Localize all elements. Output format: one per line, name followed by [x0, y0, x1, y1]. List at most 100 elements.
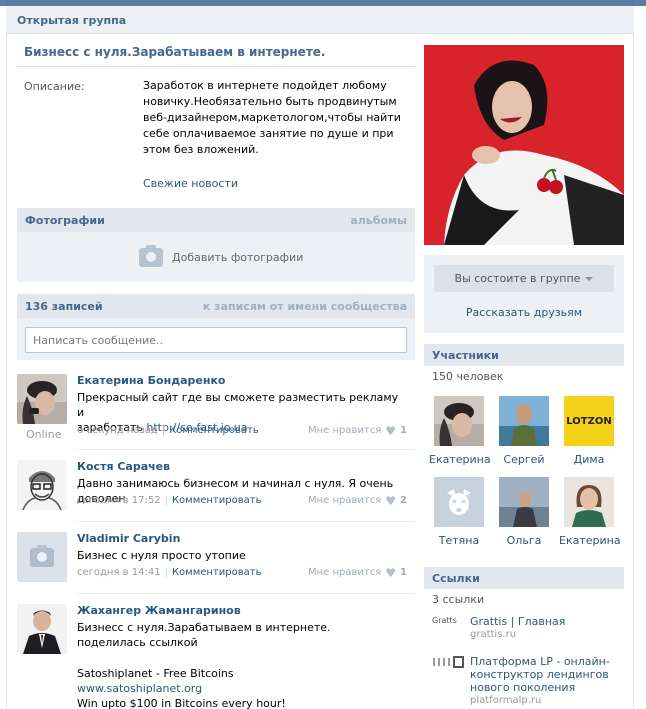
- albums-link[interactable]: альбомы: [350, 214, 407, 227]
- camera-icon: [139, 245, 163, 267]
- member-name: Сергей: [503, 453, 545, 466]
- member-name: Ольга: [506, 534, 542, 547]
- members-count[interactable]: 150 человек: [432, 370, 503, 383]
- chevron-down-icon: [585, 276, 594, 281]
- divider: [77, 449, 415, 450]
- membership-button[interactable]: Вы состоите в группе: [434, 265, 614, 292]
- post-meta: 6 секунд назад | Комментировать: [77, 425, 259, 436]
- links-title: Ссылки: [432, 572, 480, 585]
- fresh-news-link[interactable]: Свежие новости: [143, 177, 238, 190]
- wall-count[interactable]: 136 записей: [25, 300, 103, 313]
- group-page: Бизнесс с нуля.Зарабатываем в интернете.…: [6, 34, 634, 709]
- photos-title[interactable]: Фотографии: [25, 214, 105, 227]
- link-item[interactable]: Платформа LP - онлайн-конструктор лендин…: [432, 655, 622, 709]
- membership-label: Вы состоите в группе: [454, 272, 581, 285]
- link-url: platformalp.ru: [470, 695, 542, 706]
- avatar[interactable]: [17, 460, 67, 510]
- comment-link[interactable]: Комментировать: [172, 495, 262, 506]
- platformalp-logo: [432, 656, 464, 670]
- grattis-logo-text: Gratts: [432, 616, 457, 625]
- message-input[interactable]: [25, 327, 407, 353]
- group-title: Бизнесс с нуля.Зарабатываем в интернете.: [24, 45, 326, 59]
- like-count: 2: [400, 495, 407, 506]
- member-name: Екатерина: [559, 534, 621, 547]
- deactivated-avatar: [434, 477, 484, 527]
- post-author[interactable]: Костя Сарачев: [77, 460, 170, 473]
- member-avatar: [499, 396, 549, 446]
- heart-icon: ♥: [385, 423, 397, 438]
- heart-icon: ♥: [385, 493, 397, 508]
- wall-header: 136 записей к записям от имени сообществ…: [17, 294, 415, 318]
- header-title: Открытая группа: [17, 14, 127, 27]
- membership-box: Вы состоите в группе Рассказать друзьям: [424, 255, 624, 333]
- description-label: Описание:: [24, 80, 85, 93]
- post-time[interactable]: 6 секунд назад: [77, 425, 158, 436]
- online-status: Online: [26, 428, 62, 441]
- attachment-text: Win upto $100 in Bitcoins every hour!: [77, 697, 286, 709]
- add-photos-button[interactable]: Добавить фотографии: [139, 245, 304, 267]
- member-item[interactable]: Сергей: [494, 396, 554, 466]
- member-item[interactable]: Екатерина: [559, 477, 621, 547]
- wall-post: Online Екатерина Бондаренко Прекрасный с…: [17, 374, 415, 446]
- like-count: 1: [400, 567, 407, 578]
- wall-post: Костя Сарачев Давно занимаюсь бизнесом и…: [17, 460, 415, 520]
- link-attachment[interactable]: Satoshiplanet - Free Bitcoins www.satosh…: [77, 666, 407, 709]
- link-title: Платформа LP - онлайн-конструктор лендин…: [470, 655, 610, 694]
- attachment-title: Satoshiplanet - Free Bitcoins: [77, 667, 234, 680]
- community-posts-link[interactable]: к записям от имени сообщества: [203, 300, 407, 313]
- avatar[interactable]: [17, 532, 67, 582]
- lotzon-logo: LOTZON: [564, 396, 614, 446]
- photos-box: Добавить фотографии: [17, 232, 415, 282]
- link-title: Grattis | Главная: [470, 615, 566, 628]
- post-text: Бизнесс с нуля.Зарабатываем в интернете.…: [77, 621, 331, 649]
- member-avatar: [564, 477, 614, 527]
- comment-link[interactable]: Комментировать: [172, 567, 262, 578]
- like-button[interactable]: Мне нравится ♥ 2: [308, 493, 407, 508]
- camera-icon: [30, 544, 54, 567]
- member-item[interactable]: LOTZON Дима: [559, 396, 619, 466]
- post-author[interactable]: Екатерина Бондаренко: [77, 374, 225, 387]
- members-header[interactable]: Участники: [424, 344, 624, 366]
- avatar[interactable]: [17, 374, 67, 424]
- member-name: Тетяна: [438, 534, 480, 547]
- post-text-line: Прекрасный сайт где вы сможете разместит…: [77, 391, 399, 419]
- photos-header: Фотографии альбомы: [17, 208, 415, 232]
- grattis-logo: Gratts: [432, 616, 464, 630]
- wall-post: Vladimir Carybin Бизнес с нуля просто ут…: [17, 532, 415, 592]
- post-time[interactable]: сегодня в 17:52: [77, 495, 161, 506]
- post-author[interactable]: Vladimir Carybin: [77, 532, 180, 545]
- add-photos-label: Добавить фотографии: [172, 251, 304, 264]
- heart-icon: ♥: [385, 565, 397, 580]
- member-item[interactable]: Ольга: [494, 477, 554, 547]
- links-count[interactable]: 3 ссылки: [432, 593, 484, 606]
- like-label: Мне нравится: [308, 495, 382, 506]
- post-text: Бизнес с нуля просто утопие: [77, 549, 246, 562]
- post-time[interactable]: сегодня в 14:41: [77, 567, 161, 578]
- divider: [77, 593, 415, 594]
- avatar[interactable]: [17, 604, 67, 654]
- member-name: Дима: [573, 453, 605, 466]
- like-button[interactable]: Мне нравится ♥ 1: [308, 423, 407, 438]
- divider: [17, 66, 415, 67]
- like-label: Мне нравится: [308, 567, 382, 578]
- comment-link[interactable]: Комментировать: [169, 425, 259, 436]
- member-name: Екатерина: [429, 453, 491, 466]
- group-cover[interactable]: [424, 45, 624, 245]
- page-header: Открытая группа: [6, 6, 634, 34]
- members-title: Участники: [432, 349, 499, 362]
- member-item[interactable]: Екатерина: [429, 396, 491, 466]
- tell-friends-link[interactable]: Рассказать друзьям: [424, 306, 624, 319]
- member-logo-text: LOTZON: [566, 415, 612, 427]
- member-item[interactable]: Тетяна: [429, 477, 489, 547]
- post-author[interactable]: Жахангер Жамангаринов: [77, 604, 241, 617]
- like-count: 1: [400, 425, 407, 436]
- description-text: Заработок в интернете подойдет любому но…: [143, 79, 401, 156]
- member-avatar: [434, 396, 484, 446]
- divider: [77, 521, 415, 522]
- attachment-url[interactable]: www.satoshiplanet.org: [77, 682, 202, 695]
- post-composer: [17, 318, 415, 360]
- member-avatar: [499, 477, 549, 527]
- like-button[interactable]: Мне нравится ♥ 1: [308, 565, 407, 580]
- link-item[interactable]: Gratts Grattis | Главная grattis.ru: [432, 615, 622, 651]
- links-header[interactable]: Ссылки: [424, 567, 624, 589]
